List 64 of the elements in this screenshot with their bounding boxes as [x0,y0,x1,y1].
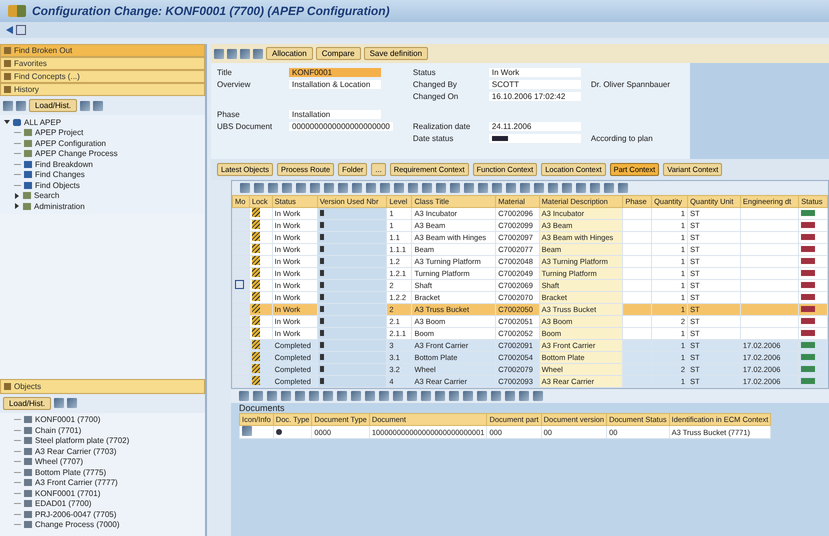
input-field[interactable]: 0000000000000000000000 [289,122,393,130]
window-title: Configuration Change: KONF0001 (7700) (APEP Configuration) [32,4,390,18]
input-field[interactable]: 24.11.2006 [488,122,581,130]
sidebar-section[interactable]: Find Broken Out [0,44,205,57]
input-field[interactable]: SCOTT [488,80,581,88]
field-label: Status [412,68,437,76]
tree-item[interactable]: Find Changes [4,170,201,180]
field-label: Changed By [412,80,458,88]
field-label: Overview [217,80,252,88]
object-item[interactable]: Bottom Plate (7775) [4,467,201,478]
tree-item[interactable]: Search [4,190,201,201]
object-item[interactable]: KONF0001 (7700) [4,414,201,425]
field-label: Phase [217,110,241,118]
input-field[interactable]: In Work [488,68,581,76]
input-field[interactable]: 16.10.2006 17:02:42 [488,92,581,100]
object-item[interactable]: Steel platform plate (7702) [4,436,201,446]
app-logo-icon [8,5,26,17]
field-label: Title [217,68,233,76]
object-item[interactable]: A3 Front Carrier (7777) [4,478,201,488]
tree-item[interactable]: APEP Configuration [4,138,201,148]
tree-item[interactable]: ALL APEP [4,117,201,128]
panel-header: Objects [0,378,205,394]
object-item[interactable]: PRJ-2006-0047 (7705) [4,509,201,520]
tree-item[interactable]: Find Breakdown [4,159,201,170]
toolbar-button[interactable]: Allocation [266,47,313,60]
field-label: Changed On [412,92,460,100]
tree-item[interactable]: Administration [4,201,201,212]
back-icon[interactable] [6,26,13,34]
expand-icon[interactable] [4,119,10,126]
toolbar-button[interactable]: Compare [316,47,361,60]
toolbar-icon[interactable] [93,100,104,110]
toolbar-button[interactable]: Save definition [364,47,428,60]
input-field[interactable]: KONF0001 [289,68,381,76]
object-item[interactable]: KONF0001 (7701) [4,488,201,498]
object-item[interactable]: Change Process (7000) [4,520,201,530]
field-note: According to plan [590,134,653,142]
input-field[interactable]: Installation & Location [289,80,381,88]
object-item[interactable]: Chain (7701) [4,425,201,436]
object-item[interactable]: EDAD01 (7700) [4,498,201,509]
toolbar-icon[interactable] [67,398,78,408]
sidebar-section[interactable]: Favorites [0,57,205,70]
toolbar-icon[interactable] [54,398,64,408]
tree-item[interactable]: APEP Change Process [4,148,201,159]
input-field[interactable]: Installation [289,110,381,118]
field-label: Realization date [412,122,472,130]
sidebar-section[interactable]: History [0,83,205,96]
status-icon [276,428,282,434]
load-button[interactable]: Load/Hist. [3,396,52,410]
tree-item[interactable]: APEP Project [4,128,201,138]
expand-icon[interactable] [14,203,20,210]
section-title: Documents [238,403,286,413]
screen-icon[interactable] [16,25,26,35]
input-field[interactable] [488,134,581,142]
document-icon[interactable] [235,280,244,289]
toolbar-icon[interactable] [80,100,90,110]
sidebar-section[interactable]: Find Concepts (...) [0,70,205,83]
object-item[interactable]: Wheel (7707) [4,456,201,467]
tree-item[interactable]: Find Objects [4,180,201,190]
field-note: Dr. Oliver Spannbauer [590,80,670,88]
expand-icon[interactable] [14,192,20,199]
load-button[interactable]: Load/Hist. [29,99,78,112]
field-label: UBS Document [217,122,274,130]
field-label: Date status [412,134,454,142]
object-item[interactable]: A3 Rear Carrier (7703) [4,446,201,456]
